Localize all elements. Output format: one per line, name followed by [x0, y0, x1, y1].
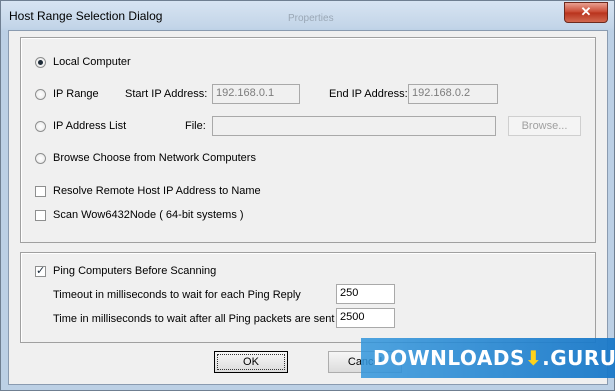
ip-list-radio[interactable]	[35, 121, 46, 132]
scan-wow-label[interactable]: Scan Wow6432Node ( 64-bit systems )	[53, 209, 244, 221]
file-path-field[interactable]	[212, 116, 496, 136]
timeout-label: Timeout in milliseconds to wait for each…	[53, 289, 301, 301]
browse-network-radio[interactable]	[35, 153, 46, 164]
title-bar[interactable]: Host Range Selection Dialog Properties ✕	[1, 1, 614, 30]
close-button[interactable]: ✕	[564, 2, 608, 23]
dialog-window: Host Range Selection Dialog Properties ✕…	[0, 0, 615, 391]
timeout-field[interactable]: 250	[336, 284, 395, 304]
resolve-names-label[interactable]: Resolve Remote Host IP Address to Name	[53, 185, 261, 197]
start-ip-field[interactable]: 192.168.0.1	[212, 84, 300, 104]
ip-range-radio[interactable]	[35, 89, 46, 100]
end-ip-label: End IP Address:	[329, 88, 408, 100]
local-computer-label[interactable]: Local Computer	[53, 56, 131, 68]
watermark-text: DOWNLOADS	[373, 346, 525, 370]
background-title-text: Properties	[288, 13, 334, 24]
close-icon: ✕	[580, 4, 592, 19]
ping-group: Ping Computers Before Scanning Timeout i…	[20, 252, 596, 343]
browse-button[interactable]: Browse...	[508, 116, 581, 136]
ip-list-label[interactable]: IP Address List	[53, 120, 126, 132]
watermark-suffix: .GURU	[542, 346, 615, 370]
end-ip-field[interactable]: 192.168.0.2	[408, 84, 498, 104]
downloads-guru-watermark: DOWNLOADS⬇.GURU	[361, 338, 615, 378]
local-computer-radio[interactable]	[35, 57, 46, 68]
wait-label: Time in milliseconds to wait after all P…	[53, 313, 335, 325]
ping-before-checkbox[interactable]	[35, 264, 46, 277]
start-ip-label: Start IP Address:	[125, 88, 208, 100]
download-arrow-icon: ⬇	[524, 346, 543, 370]
host-range-group: Local Computer IP Range Start IP Address…	[20, 37, 596, 243]
dialog-client-area: Local Computer IP Range Start IP Address…	[8, 30, 608, 385]
file-label: File:	[185, 120, 206, 132]
resolve-names-checkbox[interactable]	[35, 186, 46, 197]
ok-button[interactable]: OK	[214, 351, 288, 373]
ping-before-label[interactable]: Ping Computers Before Scanning	[53, 265, 216, 277]
focus-rect	[217, 354, 285, 370]
window-title: Host Range Selection Dialog	[9, 9, 163, 23]
browse-network-label[interactable]: Browse Choose from Network Computers	[53, 152, 256, 164]
scan-wow-checkbox[interactable]	[35, 210, 46, 221]
wait-field[interactable]: 2500	[336, 308, 395, 328]
ip-range-label[interactable]: IP Range	[53, 88, 99, 100]
